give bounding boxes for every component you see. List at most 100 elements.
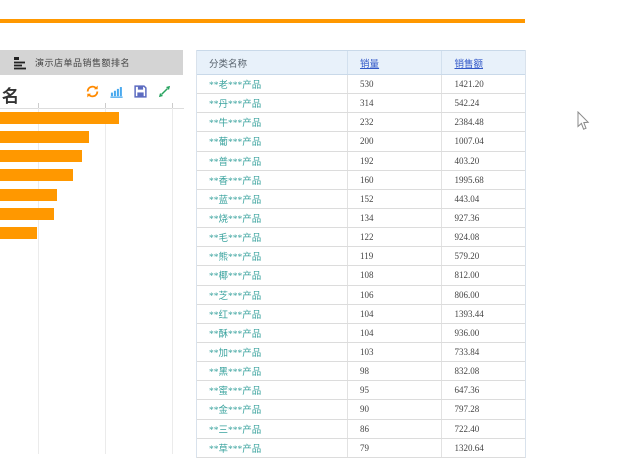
- expand-icon[interactable]: [158, 85, 171, 98]
- save-icon[interactable]: [134, 85, 147, 98]
- chart-bars: [0, 112, 184, 454]
- sales-amount-cell: 722.40: [442, 420, 525, 438]
- sales-amount-cell: 832.08: [442, 362, 525, 380]
- category-name-link[interactable]: **加***产品: [209, 345, 261, 359]
- category-name-link[interactable]: **芝***产品: [209, 288, 261, 302]
- sales-volume-cell: 79: [348, 439, 442, 457]
- sales-volume-cell: 530: [348, 75, 442, 93]
- sales-amount-cell: 812.00: [442, 266, 525, 284]
- sales-amount-cell: 936.00: [442, 324, 525, 342]
- sales-volume-cell: 86: [348, 420, 442, 438]
- sales-amount-cell: 797.28: [442, 400, 525, 418]
- sales-amount-cell: 806.00: [442, 286, 525, 304]
- chart-bar: [0, 169, 73, 181]
- sales-volume-cell: 103: [348, 343, 442, 361]
- table-row: **芝***产品 106 806.00: [197, 286, 525, 305]
- table-row: **丹***产品 314 542.24: [197, 94, 525, 113]
- sales-amount-cell: 927.36: [442, 209, 525, 227]
- category-name-link[interactable]: **金***产品: [209, 402, 261, 416]
- table-row: **金***产品 90 797.28: [197, 400, 525, 419]
- sales-amount-cell: 1393.44: [442, 305, 525, 323]
- category-name-link[interactable]: **红***产品: [209, 307, 261, 321]
- table-row: **葡***产品 200 1007.04: [197, 132, 525, 151]
- table-row: **草***产品 79 1320.64: [197, 439, 525, 458]
- table-body: **老***产品 530 1421.20 **丹***产品 314 542.24…: [197, 75, 525, 458]
- table-row: **老***产品 530 1421.20: [197, 75, 525, 94]
- table-row: **普***产品 192 403.20: [197, 152, 525, 171]
- category-name-link[interactable]: **蜜***产品: [209, 383, 261, 397]
- category-name-link[interactable]: **椰***产品: [209, 268, 261, 282]
- axis-tick: [38, 103, 39, 108]
- chart-bar: [0, 227, 37, 239]
- panel-title: 演示店单品销售额排名: [35, 56, 130, 69]
- category-name-link[interactable]: **黑***产品: [209, 364, 261, 378]
- table-row: **熊***产品 119 579.20: [197, 247, 525, 266]
- sales-volume-cell: 95: [348, 381, 442, 399]
- chart-panel-header: 演示店单品销售额排名: [0, 50, 183, 75]
- sales-volume-cell: 192: [348, 152, 442, 170]
- refresh-icon[interactable]: [86, 85, 99, 98]
- mouse-cursor: [576, 111, 592, 131]
- chart-bar: [0, 150, 82, 162]
- table-row: **毛***产品 122 924.08: [197, 228, 525, 247]
- column-header-category: 分类名称: [197, 51, 348, 74]
- category-name-link[interactable]: **普***产品: [209, 154, 261, 168]
- table-row: **蓝***产品 152 443.04: [197, 190, 525, 209]
- category-name-link[interactable]: **老***产品: [209, 77, 261, 91]
- column-header-sales-volume-link[interactable]: 销量: [360, 56, 379, 70]
- bar-chart-icon[interactable]: [110, 85, 123, 98]
- sales-amount-cell: 1007.04: [442, 132, 525, 150]
- table-row: **椰***产品 108 812.00: [197, 266, 525, 285]
- category-name-link[interactable]: **蓝***产品: [209, 192, 261, 206]
- category-name-link[interactable]: **香***产品: [209, 173, 261, 187]
- sales-amount-cell: 1421.20: [442, 75, 525, 93]
- chart-toolbar: [86, 85, 171, 98]
- table-row: **香***产品 160 1995.68: [197, 171, 525, 190]
- table-row: **红***产品 104 1393.44: [197, 305, 525, 324]
- category-name-link[interactable]: **烧***产品: [209, 211, 261, 225]
- sales-volume-cell: 232: [348, 113, 442, 131]
- category-name-link[interactable]: **酥***产品: [209, 326, 261, 340]
- table-row: **三***产品 86 722.40: [197, 420, 525, 439]
- sales-amount-cell: 1995.68: [442, 171, 525, 189]
- category-name-link[interactable]: **毛***产品: [209, 230, 261, 244]
- top-divider-line: [0, 19, 525, 23]
- chart-axis-line: [0, 108, 184, 109]
- chart-title: 名: [2, 82, 19, 107]
- page: { "colors": { "accent_orange": "#ff9800"…: [0, 0, 639, 454]
- category-name-link[interactable]: **丹***产品: [209, 96, 261, 110]
- sales-amount-cell: 924.08: [442, 228, 525, 246]
- sales-amount-cell: 443.04: [442, 190, 525, 208]
- sales-volume-cell: 104: [348, 324, 442, 342]
- category-sales-table: 分类名称 销量 销售额 **老***产品 530 1421.20 **丹***产…: [196, 50, 526, 458]
- sales-amount-cell: 1320.64: [442, 439, 525, 457]
- axis-tick: [105, 103, 106, 108]
- sales-volume-cell: 314: [348, 94, 442, 112]
- column-header-sales-amount-link[interactable]: 销售额: [454, 56, 483, 70]
- category-name-link[interactable]: **熊***产品: [209, 249, 261, 263]
- sales-amount-cell: 733.84: [442, 343, 525, 361]
- sales-volume-cell: 160: [348, 171, 442, 189]
- table-row: **黑***产品 98 832.08: [197, 362, 525, 381]
- table-row: **加***产品 103 733.84: [197, 343, 525, 362]
- chart-bar: [0, 131, 89, 143]
- sales-amount-cell: 403.20: [442, 152, 525, 170]
- sales-volume-cell: 152: [348, 190, 442, 208]
- sales-volume-cell: 200: [348, 132, 442, 150]
- chart-bar: [0, 208, 54, 220]
- table-row: **牛***产品 232 2384.48: [197, 113, 525, 132]
- sales-volume-cell: 90: [348, 400, 442, 418]
- sales-volume-cell: 122: [348, 228, 442, 246]
- axis-tick: [172, 103, 173, 108]
- ranking-list-icon: [13, 56, 27, 70]
- category-name-link[interactable]: **草***产品: [209, 441, 261, 455]
- sales-volume-cell: 104: [348, 305, 442, 323]
- sales-amount-cell: 647.36: [442, 381, 525, 399]
- chart-bar: [0, 112, 119, 124]
- table-row: **烧***产品 134 927.36: [197, 209, 525, 228]
- table-row: **酥***产品 104 936.00: [197, 324, 525, 343]
- category-name-link[interactable]: **三***产品: [209, 422, 261, 436]
- category-name-link[interactable]: **牛***产品: [209, 115, 261, 129]
- category-name-link[interactable]: **葡***产品: [209, 134, 261, 148]
- sales-volume-cell: 108: [348, 266, 442, 284]
